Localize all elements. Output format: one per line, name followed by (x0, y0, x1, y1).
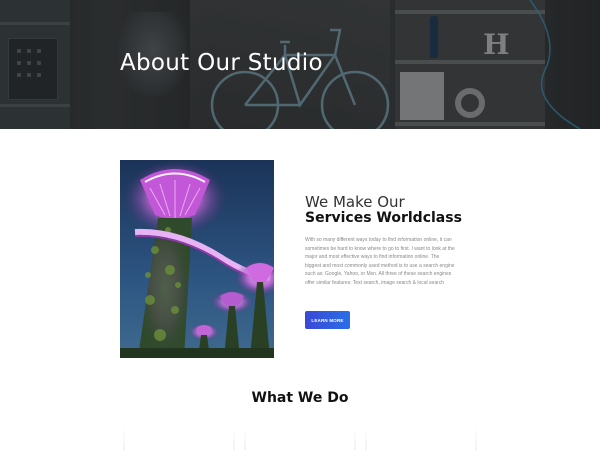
services-description: With so many different ways today to fin… (305, 237, 455, 286)
section-title-what-we-do: What We Do (251, 390, 349, 406)
learn-more-button[interactable]: LEARN MORE (305, 311, 350, 329)
page-title: About Our Studio (120, 50, 323, 76)
supertree-photo (120, 160, 274, 358)
services-heading-light: We Make Our (305, 193, 405, 211)
service-card[interactable] (244, 426, 356, 450)
supertree-image (120, 160, 274, 358)
service-card[interactable] (365, 426, 477, 450)
services-heading-bold: Services Worldclass (305, 210, 462, 226)
hero-banner: H About Our Studio (0, 0, 600, 129)
service-card[interactable] (123, 426, 235, 450)
